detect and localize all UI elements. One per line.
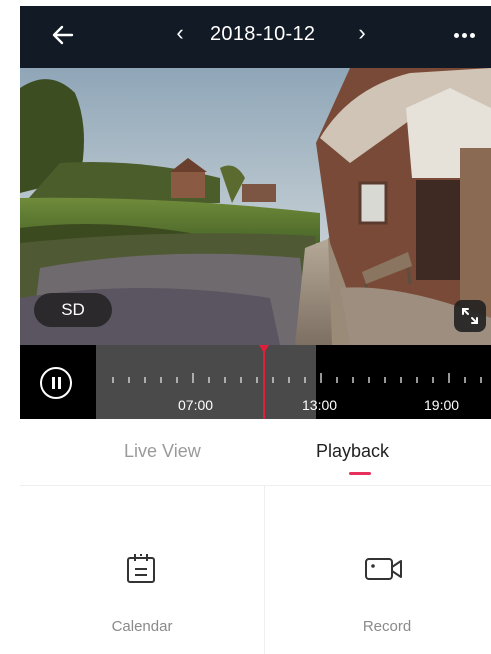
action-grid: Calendar Record	[20, 486, 491, 654]
timeline-label: 07:00	[178, 397, 214, 413]
record-label: Record	[362, 618, 412, 635]
top-bar: ‹ 2018-10-12 ›	[20, 6, 491, 68]
timeline-label: 19:00	[424, 397, 460, 413]
timeline-cursor[interactable]	[263, 345, 265, 419]
tab-playback[interactable]: Playback	[316, 441, 389, 462]
video-camera-icon	[365, 558, 402, 580]
active-tab-indicator	[349, 472, 371, 475]
date-title: 2018-10-12	[210, 23, 316, 45]
timeline-cursor-marker	[259, 345, 269, 353]
video-player[interactable]: SD	[20, 68, 491, 345]
more-dots-icon[interactable]	[454, 25, 478, 43]
view-tabs: Live View Playback	[20, 419, 491, 486]
arrow-left-icon[interactable]	[50, 22, 76, 48]
next-day-button[interactable]: ›	[352, 20, 372, 46]
tab-live-view[interactable]: Live View	[124, 441, 201, 462]
timeline-label: 13:00	[302, 397, 338, 413]
chevron-left-icon: ‹	[176, 20, 184, 45]
chevron-right-icon: ›	[358, 20, 366, 45]
quality-toggle-button[interactable]: SD	[34, 293, 112, 327]
calendar-icon	[127, 554, 155, 583]
playback-timeline[interactable]: 07:00 13:00 19:00	[20, 345, 491, 419]
calendar-label: Calendar	[111, 618, 173, 635]
previous-day-button[interactable]: ‹	[170, 20, 190, 46]
calendar-button[interactable]: Calendar	[20, 486, 264, 654]
fullscreen-icon[interactable]	[454, 300, 486, 332]
record-button[interactable]: Record	[265, 486, 491, 654]
timeline-ticks	[112, 373, 482, 383]
